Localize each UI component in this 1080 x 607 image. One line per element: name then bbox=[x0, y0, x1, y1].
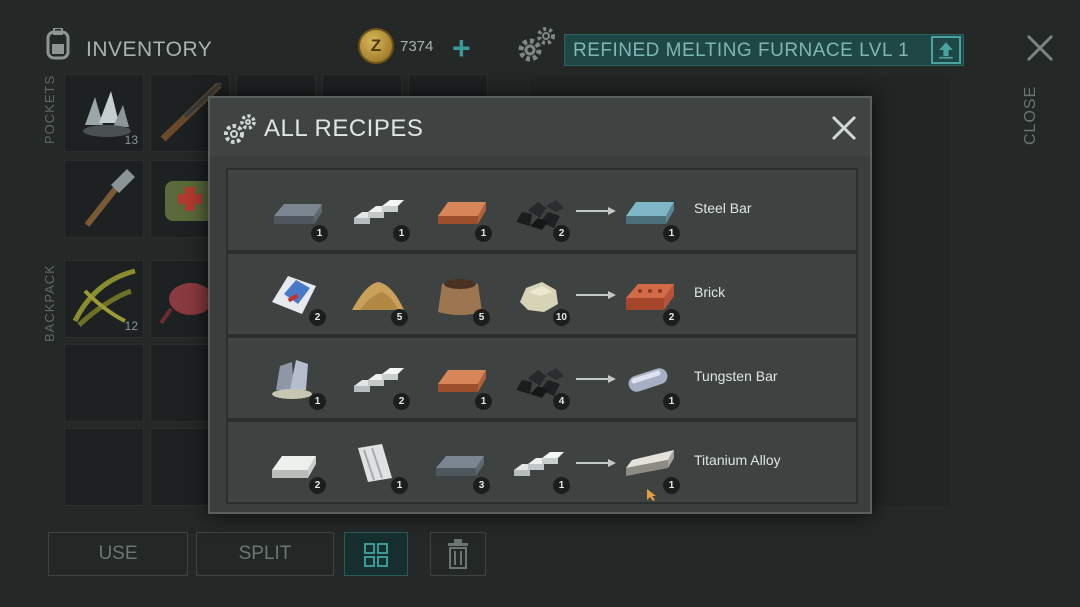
ingredient-count: 1 bbox=[393, 225, 410, 242]
ingredient-count: 2 bbox=[309, 309, 326, 326]
ingredient: 1 bbox=[350, 182, 410, 242]
all-recipes-modal: ALL RECIPES 1 1 1 2 1 Steel Bar 2 5 5 10… bbox=[208, 96, 872, 514]
ingredient-count: 4 bbox=[553, 393, 570, 410]
ingredient-count: 1 bbox=[309, 393, 326, 410]
close-icon[interactable] bbox=[1022, 30, 1058, 66]
gears-icon bbox=[224, 114, 256, 144]
inventory-title: INVENTORY bbox=[86, 38, 213, 61]
ingredient-count: 1 bbox=[475, 225, 492, 242]
recipe-result: 2 bbox=[620, 266, 680, 326]
ingredient: 5 bbox=[430, 266, 490, 326]
furnace-title-bar: REFINED MELTING FURNACE LVL 1 bbox=[564, 34, 964, 66]
ingredient-count: 1 bbox=[311, 225, 328, 242]
ingredient: 10 bbox=[510, 266, 570, 326]
ingredient-count: 2 bbox=[553, 225, 570, 242]
ingredient-count: 5 bbox=[391, 309, 408, 326]
ingredient: 2 bbox=[266, 434, 326, 494]
arrow-right-icon bbox=[576, 459, 616, 467]
recipe-name: Steel Bar bbox=[694, 200, 752, 216]
top-bar: INVENTORY Z 7374 + REFINED MELTING FURNA… bbox=[0, 0, 1080, 145]
ingredient: 4 bbox=[510, 350, 570, 410]
trash-icon bbox=[448, 539, 468, 569]
result-count: 1 bbox=[663, 477, 680, 494]
pockets-label: POCKETS bbox=[42, 74, 57, 144]
ingredient-count: 2 bbox=[309, 477, 326, 494]
recipe-name: Titanium Alloy bbox=[694, 452, 781, 468]
inventory-slot[interactable]: 12 bbox=[64, 260, 144, 338]
recipe-row-tungsten-bar[interactable]: 1 2 1 4 1 Tungsten Bar bbox=[228, 338, 856, 418]
ingredient-count: 1 bbox=[553, 477, 570, 494]
ingredient: 2 bbox=[510, 182, 570, 242]
ingredient: 5 bbox=[348, 266, 408, 326]
ingredient-count: 2 bbox=[393, 393, 410, 410]
inventory-slot[interactable] bbox=[64, 344, 144, 422]
backpack-icon bbox=[46, 28, 70, 60]
arrow-right-icon bbox=[576, 291, 616, 299]
backpack-label: BACKPACK bbox=[42, 264, 57, 342]
ingredient: 1 bbox=[266, 350, 326, 410]
recipe-row-brick[interactable]: 2 5 5 10 2 Brick bbox=[228, 254, 856, 334]
result-count: 1 bbox=[663, 225, 680, 242]
coin-icon: Z bbox=[358, 28, 394, 64]
gears-icon bbox=[518, 27, 555, 62]
grid-icon bbox=[364, 543, 388, 567]
recipe-row-steel-bar[interactable]: 1 1 1 2 1 Steel Bar bbox=[228, 170, 856, 250]
ingredient: 1 bbox=[432, 350, 492, 410]
delete-button[interactable] bbox=[430, 532, 486, 576]
recipe-list: 1 1 1 2 1 Steel Bar 2 5 5 10 2 Brick 1 2… bbox=[226, 168, 858, 504]
result-count: 2 bbox=[663, 309, 680, 326]
ingredient-count: 10 bbox=[552, 309, 570, 326]
split-button[interactable]: SPLIT bbox=[196, 532, 334, 576]
inventory-slot[interactable]: 13 bbox=[64, 74, 144, 152]
arrow-right-icon bbox=[576, 207, 616, 215]
shovel-icon bbox=[84, 169, 135, 227]
recipe-name: Brick bbox=[694, 284, 726, 300]
close-label[interactable]: CLOSE bbox=[1022, 80, 1058, 150]
inventory-slot[interactable] bbox=[64, 160, 144, 238]
slot-count: 13 bbox=[124, 133, 138, 147]
ingredient-count: 1 bbox=[475, 393, 492, 410]
cursor-icon bbox=[647, 489, 656, 501]
ingredient: 2 bbox=[350, 350, 410, 410]
sort-button[interactable] bbox=[344, 532, 408, 576]
ingredient: 1 bbox=[268, 182, 328, 242]
upgrade-icon[interactable] bbox=[931, 36, 961, 64]
ingredient: 2 bbox=[266, 266, 326, 326]
result-count: 1 bbox=[663, 393, 680, 410]
modal-header: ALL RECIPES bbox=[210, 98, 870, 156]
recipe-result: 1 bbox=[620, 182, 680, 242]
add-coins-button[interactable]: + bbox=[452, 30, 471, 67]
ingredient-count: 5 bbox=[473, 309, 490, 326]
modal-title: ALL RECIPES bbox=[264, 115, 424, 142]
use-button[interactable]: USE bbox=[48, 532, 188, 576]
ingredient: 3 bbox=[430, 434, 490, 494]
recipe-result: 1 bbox=[620, 434, 680, 494]
ingredient-count: 3 bbox=[473, 477, 490, 494]
recipe-result: 1 bbox=[620, 350, 680, 410]
ingredient-count: 1 bbox=[391, 477, 408, 494]
arrow-right-icon bbox=[576, 375, 616, 383]
ingredient: 1 bbox=[432, 182, 492, 242]
coin-count: 7374 bbox=[400, 38, 434, 55]
recipe-row-titanium-alloy[interactable]: 2 1 3 1 1 Titanium Alloy bbox=[228, 422, 856, 502]
slot-count: 12 bbox=[124, 319, 138, 333]
close-icon[interactable] bbox=[828, 112, 860, 144]
ingredient: 1 bbox=[510, 434, 570, 494]
inventory-slot[interactable] bbox=[64, 428, 144, 506]
ingredient: 1 bbox=[348, 434, 408, 494]
recipe-name: Tungsten Bar bbox=[694, 368, 778, 384]
furnace-title: REFINED MELTING FURNACE LVL 1 bbox=[573, 40, 910, 61]
